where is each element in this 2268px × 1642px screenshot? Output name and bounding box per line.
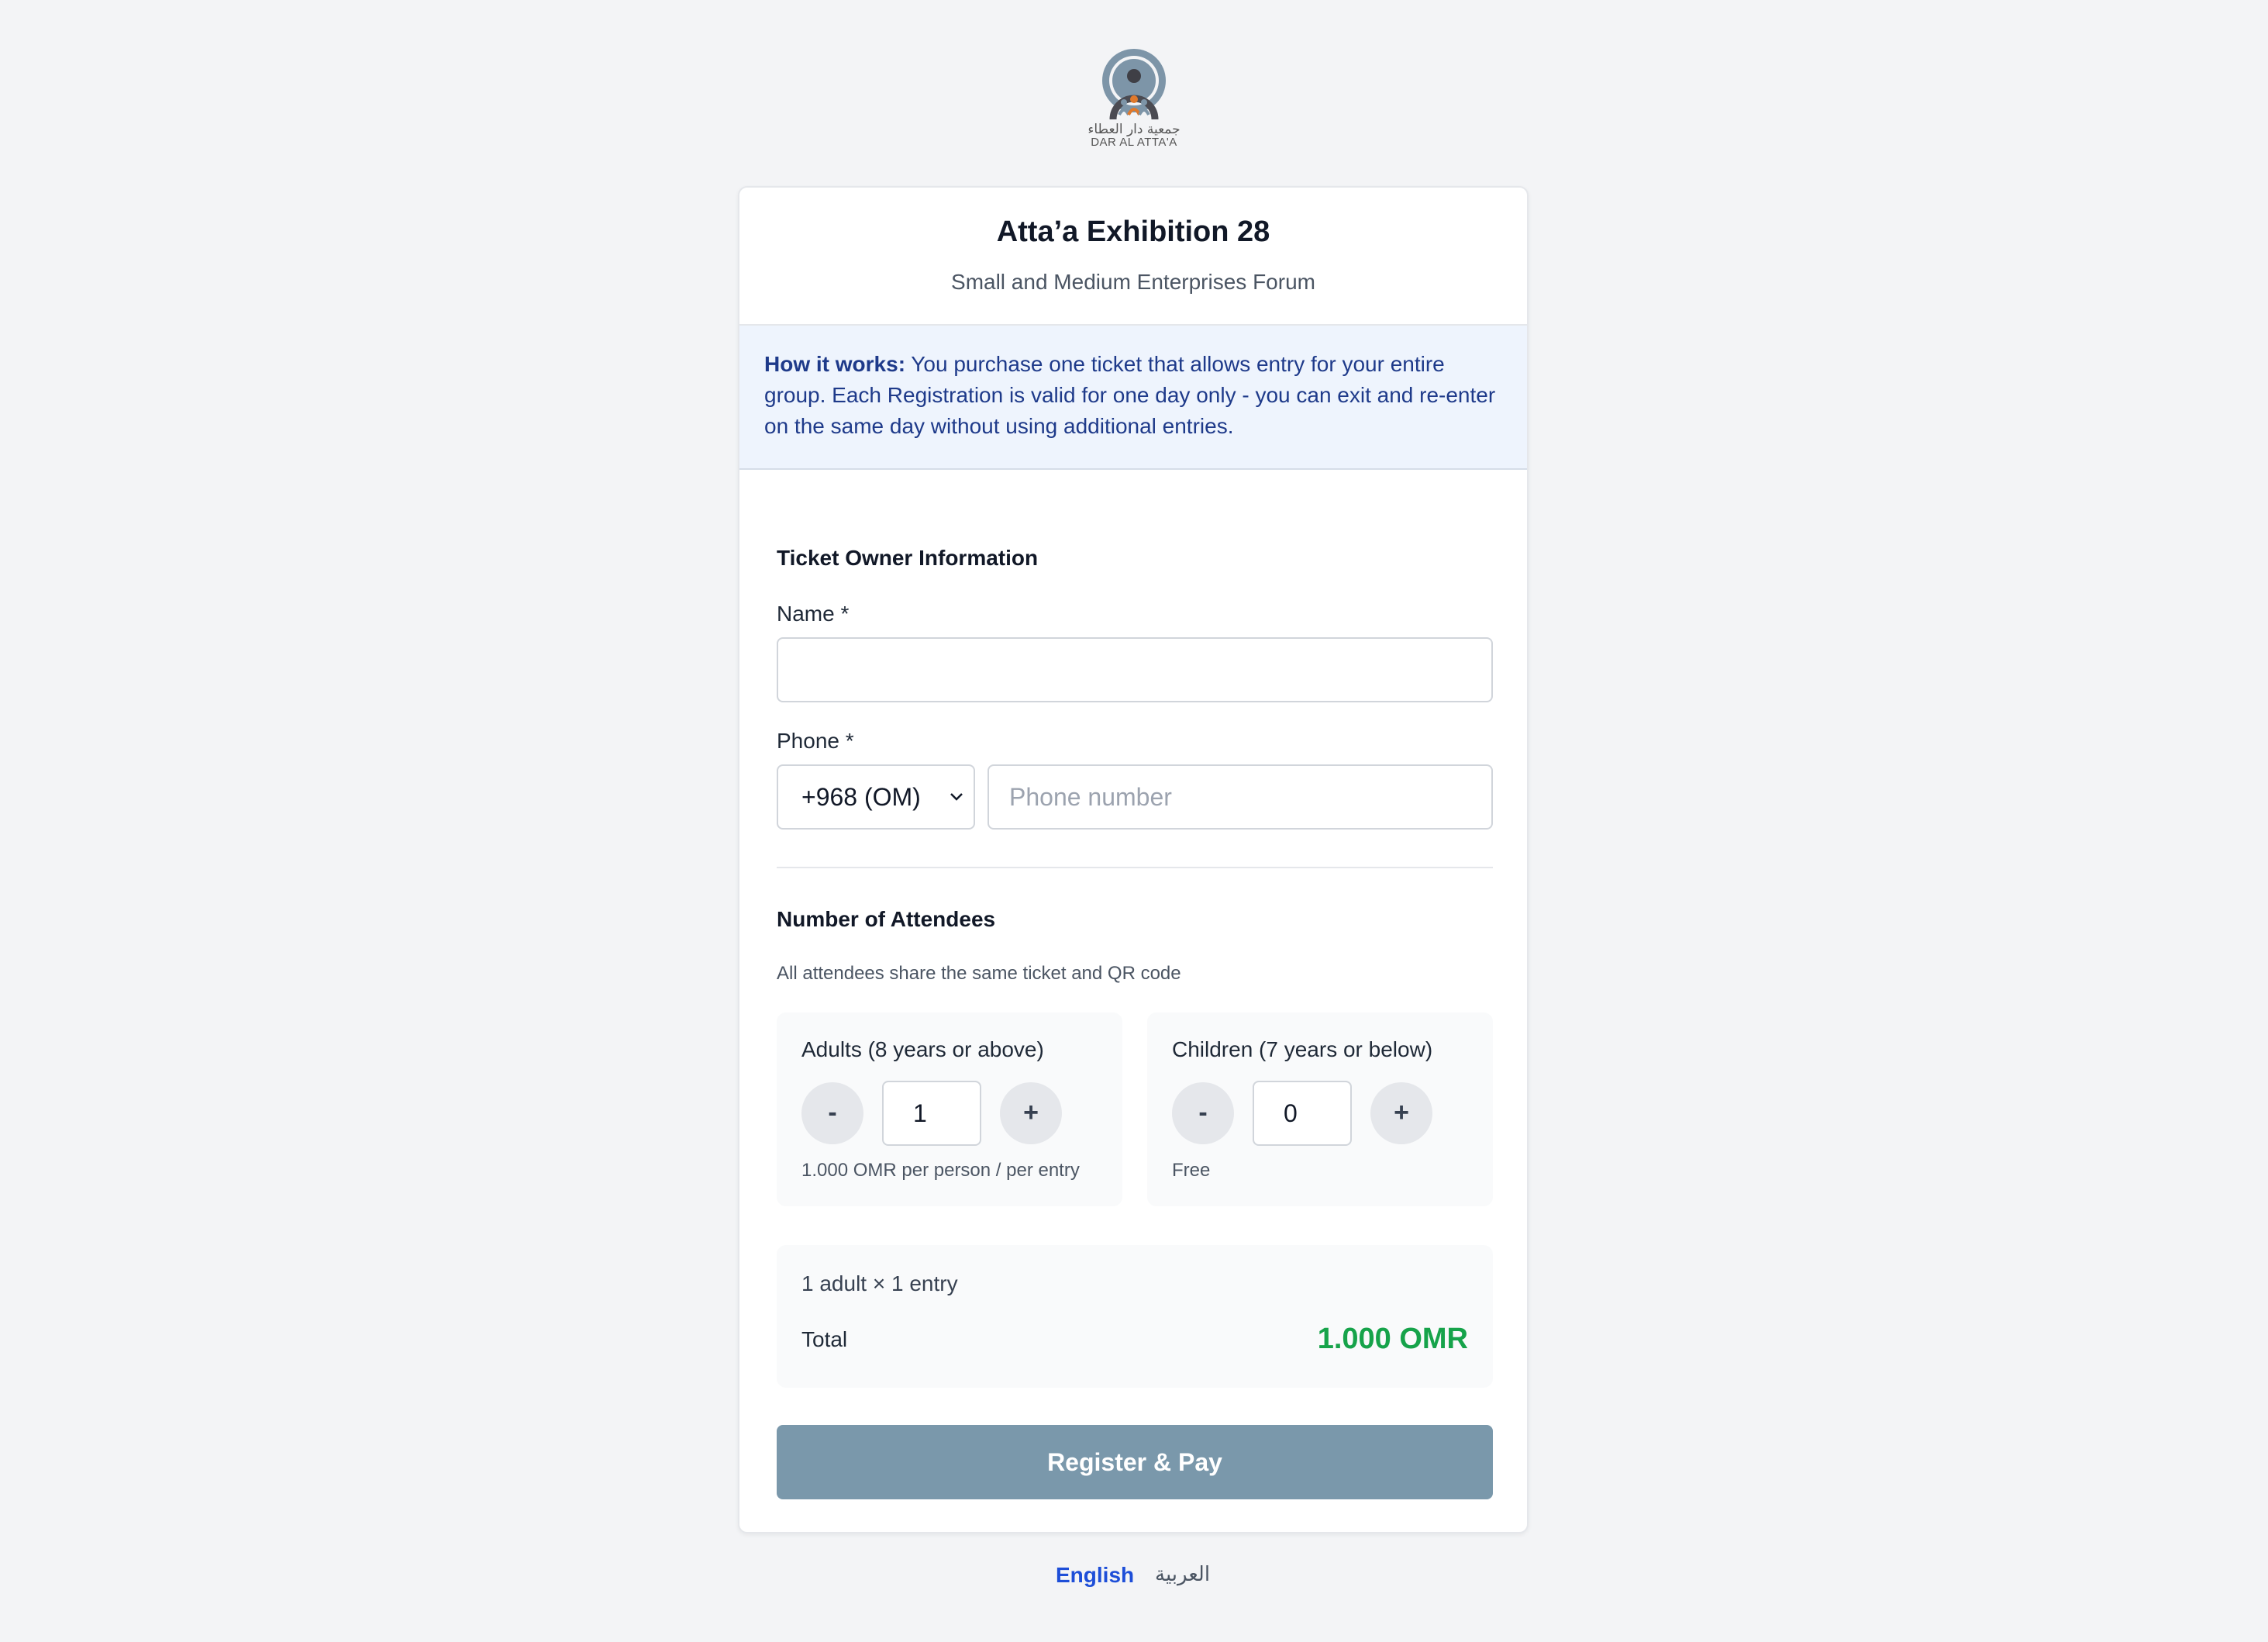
registration-card: Atta’a Exhibition 28 Small and Medium En… [738, 186, 1529, 1533]
country-code-value: +968 (OM) [801, 783, 921, 811]
language-arabic-link[interactable]: العربية [1155, 1563, 1210, 1586]
children-decrement-button[interactable]: - [1172, 1082, 1234, 1144]
total-value: 1.000 OMR [1317, 1323, 1468, 1355]
adults-price-note: 1.000 OMR per person / per entry [801, 1160, 1080, 1181]
logo-emblem-icon [1102, 49, 1166, 120]
adults-counter: Adults (8 years or above) - 1 + 1.000 OM… [777, 1012, 1122, 1206]
attendees-section-title: Number of Attendees [777, 907, 996, 931]
event-subtitle: Small and Medium Enterprises Forum [951, 270, 1315, 294]
children-increment-button[interactable]: + [1370, 1082, 1432, 1144]
children-counter: Children (7 years or below) - 0 + Free [1147, 1012, 1493, 1206]
how-it-works-heading: How it works: [764, 352, 906, 376]
name-label: Name * [777, 602, 850, 626]
adults-quantity-input[interactable]: 1 [882, 1081, 981, 1146]
children-price-note: Free [1172, 1160, 1211, 1181]
logo-arabic-text: جمعية دار العطاء [1087, 122, 1181, 137]
chevron-down-icon [950, 793, 963, 801]
attendees-hint: All attendees share the same ticket and … [777, 963, 1181, 984]
total-label: Total [801, 1327, 848, 1351]
country-code-select[interactable]: +968 (OM) [777, 764, 975, 830]
how-it-works-notice: How it works: You purchase one ticket th… [739, 326, 1527, 470]
organization-logo: جمعية دار العطاء DAR AL ATTA'A [1084, 47, 1184, 152]
adults-label: Adults (8 years or above) [801, 1037, 1044, 1061]
children-label: Children (7 years or below) [1172, 1037, 1433, 1061]
event-title: Atta’a Exhibition 28 [996, 216, 1270, 248]
ticket-owner-section-title: Ticket Owner Information [777, 546, 1039, 570]
summary-line: 1 adult × 1 entry [801, 1271, 958, 1295]
children-quantity-input[interactable]: 0 [1253, 1081, 1352, 1146]
section-divider [777, 867, 1493, 868]
language-english-link[interactable]: English [1056, 1563, 1134, 1588]
logo-latin-text: DAR AL ATTA'A [1091, 136, 1177, 149]
name-input[interactable] [777, 637, 1493, 702]
card-header: Atta’a Exhibition 28 Small and Medium En… [739, 188, 1527, 326]
adults-increment-button[interactable]: + [1000, 1082, 1062, 1144]
adults-decrement-button[interactable]: - [801, 1082, 863, 1144]
order-summary: 1 adult × 1 entry Total 1.000 OMR [777, 1245, 1493, 1388]
register-and-pay-button[interactable]: Register & Pay [777, 1425, 1493, 1499]
phone-number-input[interactable] [988, 764, 1493, 830]
phone-label: Phone * [777, 729, 854, 753]
